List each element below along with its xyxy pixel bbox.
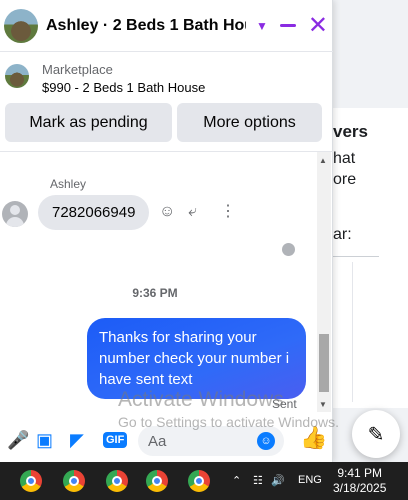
header-divider (0, 151, 333, 152)
new-message-button[interactable]: ✎ (352, 410, 400, 458)
listing-title[interactable]: $990 - 2 Beds 1 Bath House (42, 80, 205, 95)
background-divider (333, 256, 379, 257)
chrome-icon[interactable] (106, 470, 128, 492)
edit-icon: ✎ (367, 423, 385, 446)
message-sender: Ashley (50, 177, 87, 191)
language-indicator[interactable]: ENG (298, 474, 322, 486)
emoji-icon[interactable]: ☺ (257, 432, 275, 450)
reply-icon[interactable]: ⤶ (188, 204, 197, 220)
background-heading: vers (333, 122, 368, 141)
message-timestamp: 9:36 PM (132, 286, 178, 300)
chat-window: Ashley · 2 Beds 1 Bath Hou... ▼ ✕ Market… (0, 0, 333, 462)
mark-as-pending-button[interactable]: Mark as pending (5, 103, 172, 142)
like-icon[interactable]: 👍 (300, 427, 327, 449)
message-scrollbar[interactable]: ▲ ▼ (317, 152, 331, 412)
clock-date: 3/18/2025 (333, 481, 387, 495)
background-inner-panel (352, 262, 408, 402)
background-text: hat (333, 150, 356, 167)
taskbar-clock[interactable]: 9:41 PM 3/18/2025 (333, 466, 386, 496)
incoming-message[interactable]: 7282066949 (38, 195, 150, 230)
message-composer: 🎤 ▣ ◤ GIF ☺ 👍 (0, 420, 333, 462)
chat-header[interactable]: Ashley · 2 Beds 1 Bath Hou... ▼ ✕ (0, 0, 333, 52)
wifi-icon[interactable]: ☷ (253, 474, 263, 487)
more-vertical-icon[interactable]: ⋮ (220, 204, 236, 220)
chrome-icon[interactable] (63, 470, 85, 492)
chrome-icon[interactable] (146, 470, 168, 492)
chat-title[interactable]: Ashley · 2 Beds 1 Bath Hou... (46, 17, 246, 35)
marketplace-label: Marketplace (42, 62, 113, 77)
sticker-icon[interactable]: ◤ (70, 430, 84, 450)
background-text: ore (333, 171, 357, 188)
react-emoji-icon[interactable]: ☺ (159, 204, 175, 220)
listing-thumbnail[interactable] (5, 64, 29, 88)
chevron-down-icon[interactable]: ▼ (256, 19, 268, 33)
background-text: ar: (333, 226, 352, 243)
close-icon[interactable]: ✕ (308, 13, 328, 38)
more-options-button[interactable]: More options (177, 103, 322, 142)
volume-icon[interactable]: 🔊 (271, 474, 285, 487)
message-status: Sent (272, 397, 297, 411)
avatar[interactable] (2, 201, 28, 227)
microphone-icon[interactable]: 🎤 (7, 430, 29, 450)
chrome-icon[interactable] (188, 470, 210, 492)
image-icon[interactable]: ▣ (36, 430, 53, 450)
clock-time: 9:41 PM (337, 466, 383, 480)
seen-avatar (282, 243, 295, 256)
marketplace-listing[interactable]: Marketplace $990 - 2 Beds 1 Bath House (0, 58, 333, 98)
outgoing-message[interactable]: Thanks for sharing your number check you… (87, 318, 306, 399)
gif-icon[interactable]: GIF (103, 432, 128, 448)
chevron-up-icon[interactable]: ⌃ (232, 474, 241, 487)
chrome-icon[interactable] (20, 470, 42, 492)
minimize-icon[interactable] (279, 24, 296, 27)
scroll-down-icon[interactable]: ▼ (319, 400, 327, 409)
scroll-up-icon[interactable]: ▲ (319, 156, 327, 165)
scroll-thumb[interactable] (319, 334, 329, 392)
taskbar: ⌃ ☷ 🔊 ENG 9:41 PM 3/18/2025 (0, 462, 408, 500)
listing-avatar[interactable] (4, 8, 38, 43)
